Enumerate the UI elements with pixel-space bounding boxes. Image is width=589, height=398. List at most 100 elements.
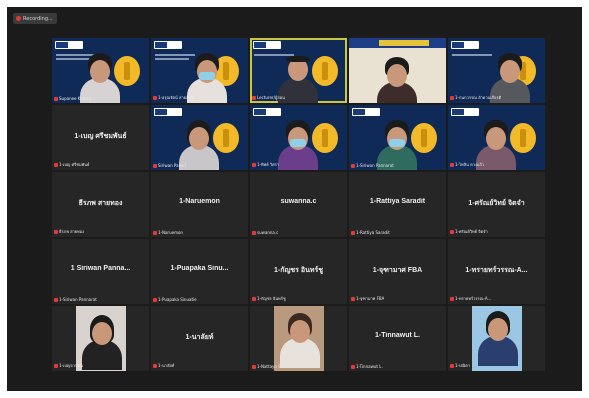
- participant-tile[interactable]: 1-Siriwan Pannarat: [349, 105, 446, 170]
- participant-caption: 1-ศรัณย์วิทย์ จิตจำ: [450, 228, 488, 235]
- participant-photo: [76, 306, 126, 371]
- participant-tile[interactable]: 1-Rattiya Saradit 1-Rattiya Saradit: [349, 172, 446, 237]
- participant-caption: 1-ไพลิน ดวงแก้ว: [450, 161, 484, 168]
- gallery-grid: Supanee Kumsu... 1-อรุณรัตน์ สายสวลี Lec…: [52, 38, 548, 371]
- logo: [154, 41, 182, 49]
- meeting-window: Recording... Supanee Kumsu... 1-อรุณรัตน…: [7, 7, 582, 391]
- participant-caption: 1-Rattiya Saradit: [351, 230, 390, 235]
- participant-caption: 1-Siriwan Pannarat: [54, 297, 97, 302]
- participant-tile[interactable]: 1-กัญชร อินทร์ชู 1-กัญชร อินทร์ชู: [250, 239, 347, 304]
- participant-tile[interactable]: [349, 38, 446, 103]
- record-icon: [16, 16, 21, 21]
- participant-tile[interactable]: 1-ศรัณย์วิทย์ จิตจำ 1-ศรัณย์วิทย์ จิตจำ: [448, 172, 545, 237]
- participant-tile[interactable]: 1-จุฑามาศ FBA 1-จุฑามาศ FBA: [349, 239, 446, 304]
- mic-muted-icon: [54, 162, 58, 167]
- participant-name: 1-กัญชร อินทร์ชู: [274, 267, 323, 274]
- mic-muted-icon: [450, 162, 454, 167]
- participant-name: 1-Naruemon: [179, 198, 220, 205]
- mic-muted-icon: [153, 297, 157, 302]
- mic-muted-icon: [351, 163, 355, 168]
- participant-tile[interactable]: Siriwan Pansri: [151, 105, 248, 170]
- participant-caption: 1-จุฑามาศ FBA: [351, 295, 384, 302]
- participant-caption: 1-ทิพย์ วิศรา: [252, 161, 279, 168]
- participant-caption: 1-เบญ ศรีชมพันธ์: [54, 161, 89, 168]
- participant-photo: [274, 306, 324, 371]
- participant-caption: 1-นาลัยท์: [153, 362, 174, 369]
- participant-photo: [472, 306, 522, 371]
- mic-muted-icon: [252, 230, 256, 235]
- mic-muted-icon: [153, 163, 157, 168]
- participant-tile[interactable]: 1-กนกวรรณ ลำดวนเกียรติ: [448, 38, 545, 103]
- recording-label: Recording...: [23, 15, 53, 22]
- participant-name: 1-นาลัยท์: [185, 334, 214, 341]
- mic-muted-icon: [450, 95, 454, 100]
- mic-muted-icon: [153, 95, 157, 100]
- participant-caption: suwanna.c: [252, 230, 278, 235]
- mic-muted-icon: [450, 229, 454, 234]
- mic-muted-icon: [54, 229, 58, 234]
- mic-muted-icon: [54, 96, 58, 101]
- participant-name: 1-ทรายทร์วรรณ-A...: [465, 267, 528, 274]
- participant-tile[interactable]: 1-Nattaya S.: [250, 306, 347, 371]
- participant-caption: 1-Puapaka Sinuatie: [153, 297, 197, 302]
- mic-muted-icon: [153, 230, 157, 235]
- participant-caption: ธีรภพ สายทอง: [54, 228, 84, 235]
- participant-name: suwanna.c: [280, 198, 317, 205]
- participant-caption: 1-กนกวรรณ ลำดวนเกียรติ: [450, 94, 501, 101]
- participant-name: 1-Puapaka Sinu...: [170, 265, 229, 272]
- participant-name: 1-เบญ ศรีชมพันธ์: [74, 133, 127, 140]
- participant-tile[interactable]: 1-นาลัยท์ 1-นาลัยท์: [151, 306, 248, 371]
- participant-name: 1-Tinnawut L.: [375, 332, 420, 339]
- participant-tile[interactable]: Supanee Kumsu...: [52, 38, 149, 103]
- participant-tile[interactable]: 1-เบญจวรรณ: [52, 306, 149, 371]
- mic-muted-icon: [252, 364, 256, 369]
- participant-caption: 1-Siriwan Pannarat: [351, 163, 394, 168]
- participant-name: ธีรภพ สายทอง: [78, 200, 123, 207]
- recording-indicator[interactable]: Recording...: [13, 13, 57, 24]
- participant-caption: 1-อรุณรัตน์ สายสวลี: [153, 94, 193, 101]
- mic-muted-icon: [153, 363, 157, 368]
- mic-muted-icon: [252, 162, 256, 167]
- mic-muted-icon: [351, 364, 355, 369]
- logo: [451, 41, 479, 49]
- mic-muted-icon: [450, 363, 454, 368]
- participant-caption: 1-Tinnawut L.: [351, 364, 383, 369]
- mic-muted-icon: [351, 230, 355, 235]
- participant-tile[interactable]: ธีรภพ สายทอง ธีรภพ สายทอง: [52, 172, 149, 237]
- participant-tile[interactable]: 1-Tinnawut L. 1-Tinnawut L.: [349, 306, 446, 371]
- participant-caption: 1-Nattaya S.: [252, 364, 282, 369]
- logo: [55, 41, 83, 49]
- participant-caption: 1-ทรายทร์วรรณ-A...: [450, 295, 491, 302]
- logo: [352, 108, 380, 116]
- logo: [253, 108, 281, 116]
- logo: [451, 108, 479, 116]
- participant-tile[interactable]: 1-ปณิตา: [448, 306, 545, 371]
- participant-caption: 1-ปณิตา: [450, 362, 470, 369]
- participant-tile[interactable]: 1-Puapaka Sinu... 1-Puapaka Sinuatie: [151, 239, 248, 304]
- participant-caption: 1-Naruemon: [153, 230, 183, 235]
- participant-tile[interactable]: 1-อรุณรัตน์ สายสวลี: [151, 38, 248, 103]
- participant-tile[interactable]: 1 Siriwan Panna... 1-Siriwan Pannarat: [52, 239, 149, 304]
- mic-muted-icon: [252, 95, 256, 100]
- participant-name: 1-Rattiya Saradit: [369, 198, 426, 205]
- logo: [154, 108, 182, 116]
- participant-caption: Supanee Kumsu...: [54, 96, 95, 101]
- mic-muted-icon: [351, 296, 355, 301]
- participant-tile[interactable]: 1-Naruemon 1-Naruemon: [151, 172, 248, 237]
- participant-name: 1-จุฑามาศ FBA: [372, 267, 423, 274]
- participant-tile[interactable]: 1-ทรายทร์วรรณ-A... 1-ทรายทร์วรรณ-A...: [448, 239, 545, 304]
- mic-muted-icon: [54, 297, 58, 302]
- participant-tile[interactable]: suwanna.c suwanna.c: [250, 172, 347, 237]
- banner: [349, 38, 446, 48]
- participant-tile-active-speaker[interactable]: Lecturer/ผู้สอน: [250, 38, 347, 103]
- participant-tile[interactable]: 1-เบญ ศรีชมพันธ์ 1-เบญ ศรีชมพันธ์: [52, 105, 149, 170]
- participant-name: 1 Siriwan Panna...: [70, 265, 131, 272]
- participant-tile[interactable]: 1-ไพลิน ดวงแก้ว: [448, 105, 545, 170]
- participant-caption: Lecturer/ผู้สอน: [252, 94, 285, 101]
- logo: [253, 41, 281, 49]
- mic-muted-icon: [252, 296, 256, 301]
- participant-tile[interactable]: 1-ทิพย์ วิศรา: [250, 105, 347, 170]
- participant-name: 1-ศรัณย์วิทย์ จิตจำ: [468, 200, 525, 207]
- mic-muted-icon: [54, 363, 58, 368]
- participant-caption: 1-เบญจวรรณ: [54, 362, 83, 369]
